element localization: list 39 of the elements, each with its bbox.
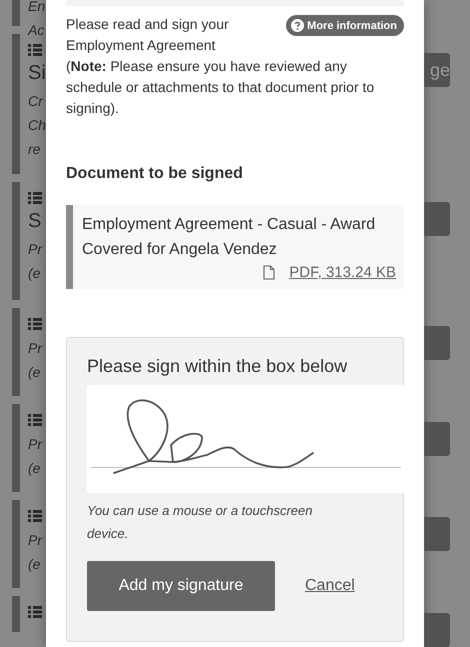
card-text: Pr bbox=[28, 435, 44, 454]
card-button[interactable] bbox=[424, 613, 450, 647]
card-text: (e bbox=[28, 363, 42, 382]
add-signature-button[interactable]: Add my signature bbox=[87, 561, 275, 611]
signature-heading: Please sign within the box below bbox=[87, 356, 348, 377]
card-text: Cr bbox=[28, 92, 44, 111]
card-text: (e bbox=[28, 555, 42, 574]
card-text: (e bbox=[28, 264, 42, 283]
card-button[interactable] bbox=[424, 517, 450, 552]
more-information-button[interactable]: More information bbox=[286, 15, 404, 36]
file-icon bbox=[263, 265, 276, 280]
card-button[interactable] bbox=[424, 326, 450, 360]
card-title: Si bbox=[28, 62, 46, 85]
note-text: (Note: Please ensure you have reviewed any schedule or attachments to that document prior to signing). bbox=[66, 57, 376, 118]
card-button[interactable] bbox=[424, 202, 450, 236]
cancel-link[interactable]: Cancel bbox=[305, 577, 355, 595]
card-text: Ac bbox=[28, 21, 46, 40]
card-text: re bbox=[28, 140, 42, 159]
section-heading: Document to be signed bbox=[66, 165, 244, 183]
card-title: S bbox=[28, 210, 42, 233]
card-text: Pr bbox=[28, 531, 44, 550]
list-icon bbox=[28, 192, 42, 204]
list-icon bbox=[28, 414, 42, 426]
card-text: Ch bbox=[28, 116, 46, 135]
signature-pad[interactable] bbox=[87, 385, 405, 493]
intro-text: Please read and sign your Employment Agreement bbox=[66, 15, 230, 55]
card-text: En bbox=[28, 0, 46, 16]
document-title: Employment Agreement - Casual - Award Covered for Angela Vendez bbox=[82, 215, 376, 260]
file-link[interactable]: PDF, 313.24 KB bbox=[289, 264, 396, 281]
card-text: (e bbox=[28, 459, 42, 478]
list-icon bbox=[28, 606, 42, 618]
card-text: Pr bbox=[28, 339, 44, 358]
hint-text: You can use a mouse or a touchscreen device. bbox=[87, 502, 314, 543]
list-icon bbox=[28, 318, 42, 330]
list-icon bbox=[28, 510, 42, 522]
card-text: Pr bbox=[28, 240, 44, 259]
help-icon bbox=[291, 19, 304, 32]
list-icon bbox=[28, 44, 42, 56]
card-button[interactable] bbox=[424, 422, 450, 456]
